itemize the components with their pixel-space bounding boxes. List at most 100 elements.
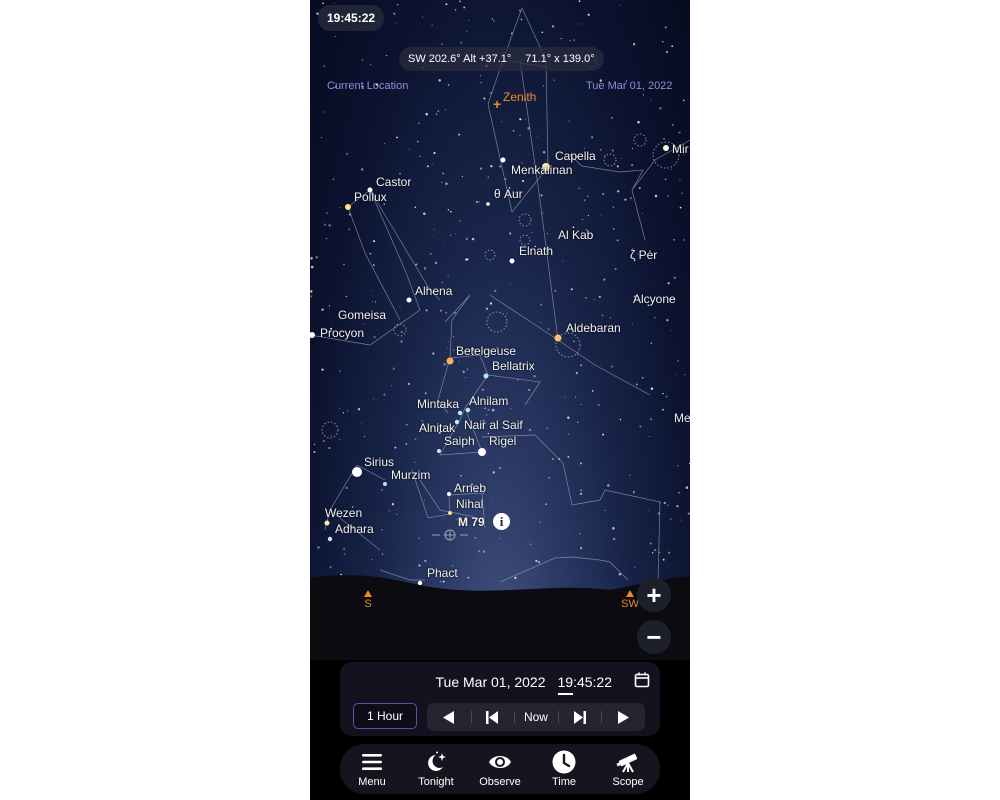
background-star xyxy=(418,564,421,567)
star-belt-3 xyxy=(454,419,460,425)
background-star xyxy=(598,295,601,298)
tab-time[interactable]: Time xyxy=(534,750,594,788)
star-label[interactable]: Mintaka xyxy=(417,397,459,411)
star-label[interactable]: Betelgeuse xyxy=(456,344,516,358)
star-label[interactable]: Gomeisa xyxy=(338,308,386,322)
background-star xyxy=(602,193,605,195)
star-label[interactable]: Nair al Saif xyxy=(464,418,523,432)
background-star xyxy=(458,133,461,136)
eye-icon xyxy=(489,756,511,768)
star-label[interactable]: Wezen xyxy=(325,506,362,520)
star-label[interactable]: Rigel xyxy=(489,434,516,448)
star-label[interactable]: Elnath xyxy=(519,244,553,258)
star-aldebaran xyxy=(554,334,562,342)
deep-sky-objects xyxy=(321,55,680,439)
step-forward-button[interactable] xyxy=(601,703,645,731)
background-star xyxy=(310,257,313,260)
background-star xyxy=(665,395,668,398)
background-star xyxy=(339,408,341,410)
star-label[interactable]: Alcyone xyxy=(633,292,676,306)
background-star xyxy=(651,552,654,554)
date-label[interactable]: Tue Mar 01, 2022 xyxy=(586,80,672,92)
background-star xyxy=(424,392,427,395)
now-button[interactable]: Now xyxy=(514,703,558,731)
background-star xyxy=(573,39,575,41)
background-star xyxy=(632,43,636,46)
star-label[interactable]: Castor xyxy=(376,175,411,189)
star-label[interactable]: Al Kab xyxy=(558,228,593,242)
background-star xyxy=(684,374,686,376)
background-star xyxy=(567,433,569,435)
selected-object-label[interactable]: M 79 xyxy=(458,515,485,529)
background-star xyxy=(464,376,466,379)
info-button[interactable]: i xyxy=(493,513,510,530)
sky-view[interactable]: + Zenith Capella Menkalinan Castor Pollu… xyxy=(310,0,690,660)
star-label[interactable]: Phact xyxy=(427,566,458,580)
view-direction-readout: SW 202.6° Alt +37.1° 71.1° x 139.0° xyxy=(399,47,604,71)
date-value[interactable]: Tue Mar 01, 2022 xyxy=(436,674,546,690)
time-step-selector[interactable]: 1 Hour xyxy=(353,703,417,729)
star-label[interactable]: Sirius xyxy=(364,455,394,469)
dso-cluster xyxy=(633,133,647,147)
bright-stars xyxy=(310,145,669,586)
background-star xyxy=(310,290,313,293)
skip-forward-button[interactable] xyxy=(557,703,602,731)
star-label[interactable]: Mir xyxy=(672,142,689,156)
background-star xyxy=(687,512,690,515)
skip-back-button[interactable] xyxy=(470,703,515,731)
zoom-out-button[interactable]: − xyxy=(637,620,671,654)
star-label[interactable]: θ Aur xyxy=(494,187,523,201)
background-star xyxy=(383,393,386,396)
star-label[interactable]: ζ Per xyxy=(630,248,657,262)
background-star xyxy=(416,140,419,143)
star-label[interactable]: Capella xyxy=(555,149,596,163)
background-star xyxy=(424,559,427,563)
location-label[interactable]: Current Location xyxy=(327,80,408,92)
background-star xyxy=(637,121,640,124)
tab-observe[interactable]: Observe xyxy=(470,750,530,788)
time-value[interactable]: 19:45:22 xyxy=(557,674,612,695)
background-star xyxy=(540,194,543,197)
background-star xyxy=(328,447,331,449)
tab-tonight[interactable]: Tonight xyxy=(406,750,466,788)
star-label[interactable]: Saiph xyxy=(444,434,475,448)
star-label[interactable]: Alhena xyxy=(415,284,452,298)
tab-scope[interactable]: Scope xyxy=(598,750,658,788)
star-label[interactable]: Alnitak xyxy=(419,421,455,435)
star-label[interactable]: Bellatrix xyxy=(492,359,535,373)
background-star xyxy=(569,40,571,42)
background-star xyxy=(683,239,685,241)
background-star xyxy=(616,239,619,242)
star-label[interactable]: Nihal xyxy=(456,497,483,511)
background-star xyxy=(638,187,641,189)
background-star xyxy=(665,50,668,53)
background-star xyxy=(685,486,689,489)
background-star xyxy=(609,317,612,319)
background-star xyxy=(375,301,377,303)
time-display[interactable]: 19:45:22 xyxy=(318,5,385,31)
star-label[interactable]: Menkalinan xyxy=(511,163,572,177)
background-star xyxy=(554,290,557,292)
background-star xyxy=(498,165,502,168)
field-of-view: 71.1° x 139.0° xyxy=(525,53,595,65)
star-label[interactable]: Murzim xyxy=(391,468,430,482)
background-star xyxy=(459,0,461,3)
background-star xyxy=(631,322,633,324)
background-star xyxy=(414,462,416,464)
star-label[interactable]: Me xyxy=(674,411,690,425)
star-label[interactable]: Arneb xyxy=(454,481,486,495)
tab-menu[interactable]: Menu xyxy=(342,750,402,788)
background-star xyxy=(675,374,677,376)
calendar-icon[interactable] xyxy=(634,672,650,688)
star-label[interactable]: Alnilam xyxy=(469,394,508,408)
star-label[interactable]: Adhara xyxy=(335,522,374,536)
star-label[interactable]: Aldebaran xyxy=(566,321,621,335)
star-label[interactable]: Pollux xyxy=(354,190,387,204)
background-star xyxy=(491,408,495,412)
background-star xyxy=(541,31,544,34)
step-back-button[interactable] xyxy=(427,703,471,731)
star-label[interactable]: Procyon xyxy=(320,326,364,340)
background-star xyxy=(650,99,652,101)
background-star xyxy=(530,543,532,545)
zoom-in-button[interactable]: + xyxy=(637,578,671,612)
